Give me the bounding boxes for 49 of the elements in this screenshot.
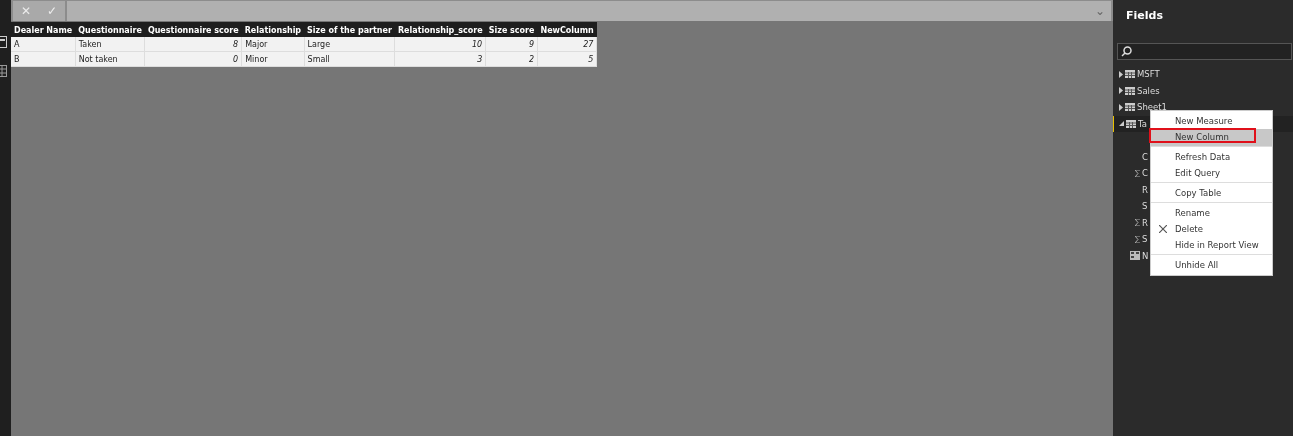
field-item[interactable]: S [1142, 201, 1148, 212]
field-item[interactable]: N [1142, 250, 1149, 261]
table-cell: 10 [394, 37, 486, 52]
table-icon [1125, 86, 1135, 95]
menu-item[interactable]: New Measure [1151, 113, 1272, 129]
calculator-icon [1130, 251, 1140, 261]
column-header[interactable]: Relationship [241, 22, 305, 37]
table-item[interactable]: MSFT [1113, 66, 1293, 83]
menu-item[interactable]: Delete [1151, 221, 1272, 237]
table-cell: 9 [485, 37, 538, 52]
field-item[interactable]: R [1142, 217, 1148, 228]
table-icon [1125, 70, 1135, 79]
table-cell: 27 [537, 37, 597, 52]
menu-item[interactable]: Hide in Report View [1151, 237, 1272, 255]
table-cell: A [11, 37, 76, 52]
column-header[interactable]: Size of the partner [304, 22, 395, 37]
report-view-icon[interactable] [0, 36, 7, 48]
search-icon [1121, 46, 1132, 57]
search-field[interactable] [1117, 43, 1292, 60]
menu-item[interactable]: Copy Table [1151, 185, 1272, 203]
column-header[interactable]: Size score [485, 22, 538, 37]
column-header[interactable]: Questionnaire score [144, 22, 242, 37]
data-view-icon[interactable] [0, 65, 7, 77]
collapse-caret-icon [1119, 121, 1124, 127]
menu-item[interactable]: Rename [1151, 205, 1272, 221]
table-icon [1125, 103, 1135, 112]
table-cell: Taken [75, 37, 145, 52]
field-item[interactable]: C [1142, 168, 1148, 179]
table-cell: 8 [144, 37, 242, 52]
field-item[interactable]: R [1142, 184, 1148, 195]
table-icon [1126, 119, 1136, 128]
table-item[interactable]: Sheet1 [1113, 99, 1293, 116]
menu-item[interactable]: Unhide All [1151, 257, 1272, 273]
menu-item[interactable]: Refresh Data [1151, 149, 1272, 165]
column-header[interactable]: Dealer Name [11, 22, 76, 37]
column-header[interactable]: Questionnaire [75, 22, 145, 37]
expand-caret-icon [1119, 70, 1123, 78]
field-item[interactable]: S [1142, 234, 1148, 245]
field-item[interactable]: C [1142, 151, 1148, 162]
sum-icon [1135, 169, 1140, 177]
table-item[interactable]: Sales [1113, 82, 1293, 99]
column-header[interactable]: NewColumn [537, 22, 597, 37]
panel-title: Fields [1125, 8, 1164, 24]
table-cell: Major [241, 37, 305, 52]
menu-item[interactable]: New Column [1151, 129, 1272, 147]
menu-item[interactable]: Edit Query [1151, 165, 1272, 183]
close-icon [1159, 224, 1167, 233]
column-header[interactable]: Relationship_score [394, 22, 486, 37]
table-cell: Large [304, 37, 395, 52]
